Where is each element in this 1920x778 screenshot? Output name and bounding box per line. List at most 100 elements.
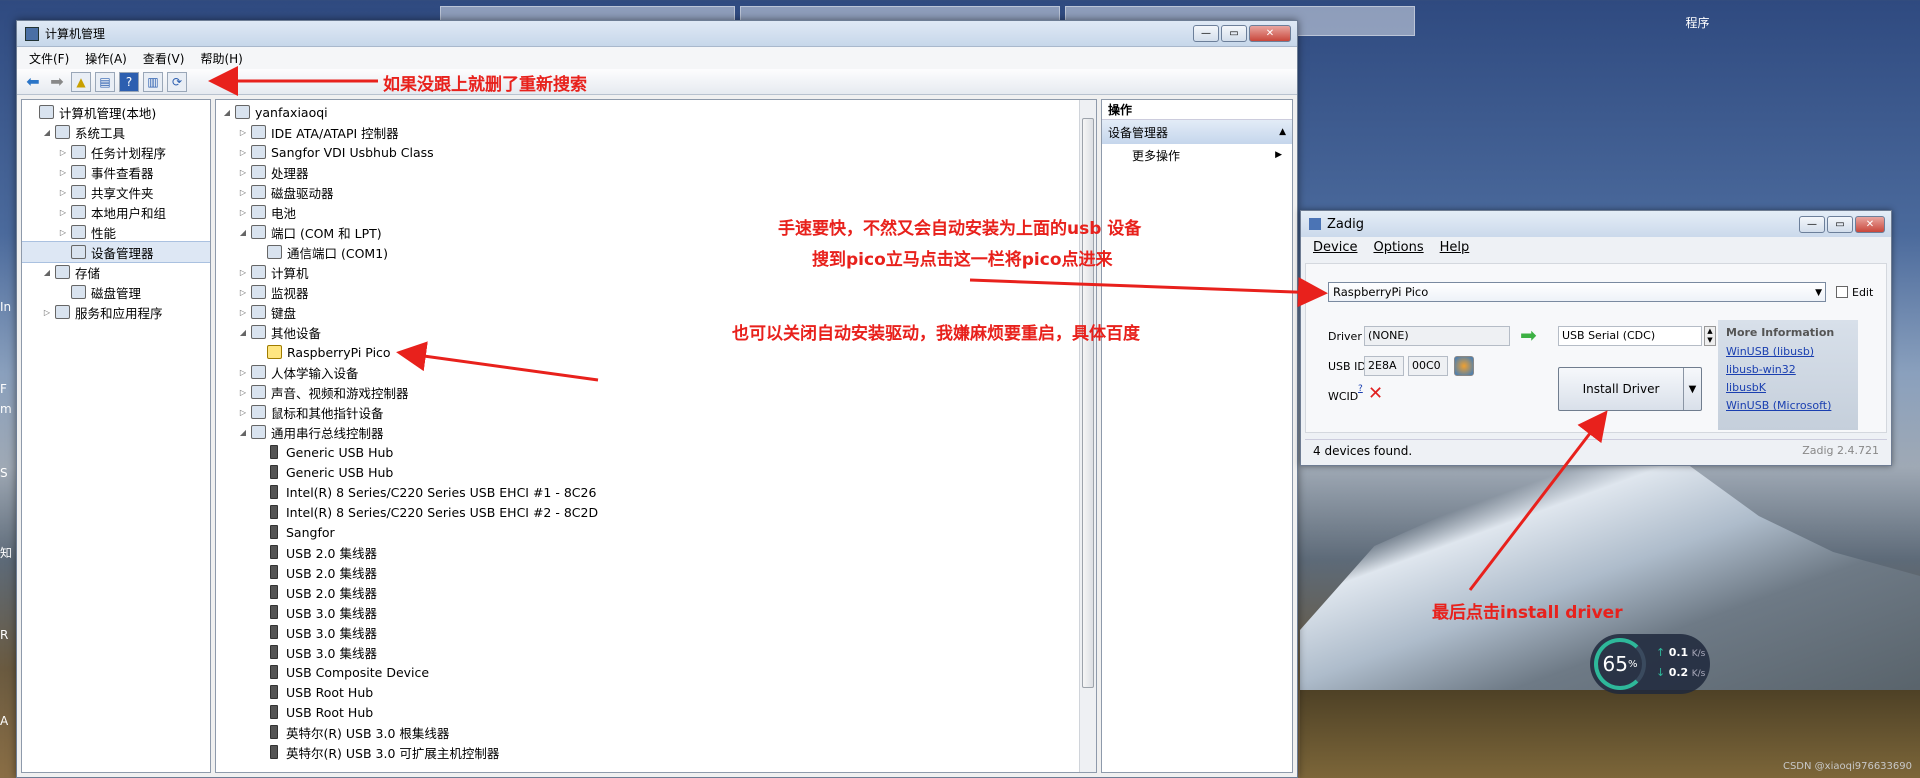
- tree-expander-icon[interactable]: ▷: [238, 208, 248, 217]
- device-tree-item[interactable]: 英特尔(R) USB 3.0 根集线器: [216, 722, 1096, 742]
- device-tree-item[interactable]: RaspberryPi Pico: [216, 342, 1096, 362]
- forward-arrow-icon[interactable]: ➡: [47, 72, 67, 92]
- tree-expander-icon[interactable]: ▷: [238, 268, 248, 277]
- console-tree-item[interactable]: ▷ 任务计划程序: [22, 142, 210, 162]
- wcid-help-link[interactable]: ?: [1358, 384, 1363, 394]
- driver-spinner[interactable]: ▲ ▼: [1704, 326, 1716, 346]
- tree-expander-icon[interactable]: ▷: [238, 368, 248, 377]
- device-tree-item[interactable]: Sangfor: [216, 522, 1096, 542]
- close-button[interactable]: ✕: [1249, 25, 1291, 42]
- device-tree-item[interactable]: USB Root Hub: [216, 702, 1096, 722]
- device-tree-item[interactable]: ▷ 磁盘驱动器: [216, 182, 1096, 202]
- tree-expander-icon[interactable]: ▷: [42, 308, 52, 317]
- more-info-link[interactable]: libusb-win32: [1726, 361, 1850, 379]
- device-tree-item[interactable]: ▷ 人体学输入设备: [216, 362, 1096, 382]
- tree-expander-icon[interactable]: ▷: [238, 168, 248, 177]
- device-tree-item[interactable]: USB 3.0 集线器: [216, 622, 1096, 642]
- console-tree-item[interactable]: 磁盘管理: [22, 282, 210, 302]
- device-tree-item[interactable]: USB 2.0 集线器: [216, 542, 1096, 562]
- device-tree-item[interactable]: ▷ IDE ATA/ATAPI 控制器: [216, 122, 1096, 142]
- device-tree-item[interactable]: ▷ 监视器: [216, 282, 1096, 302]
- tree-expander-icon[interactable]: ◢: [42, 268, 52, 277]
- menu-item[interactable]: 查看(V): [143, 50, 185, 67]
- zadig-minimize-button[interactable]: —: [1799, 216, 1825, 233]
- tree-expander-icon[interactable]: ◢: [238, 428, 248, 437]
- more-info-link[interactable]: libusbK: [1726, 379, 1850, 397]
- more-info-link[interactable]: WinUSB (Microsoft): [1726, 397, 1850, 415]
- menu-item[interactable]: 操作(A): [85, 50, 127, 67]
- tree-expander-icon[interactable]: ▷: [58, 228, 68, 237]
- device-tree-item[interactable]: Intel(R) 8 Series/C220 Series USB EHCI #…: [216, 502, 1096, 522]
- globe-icon[interactable]: [1454, 356, 1474, 376]
- zadig-maximize-button[interactable]: ▭: [1827, 216, 1853, 233]
- console-tree-item[interactable]: ◢ 系统工具: [22, 122, 210, 142]
- tree-expander-icon[interactable]: ▷: [238, 188, 248, 197]
- tree-expander-icon[interactable]: ▷: [58, 188, 68, 197]
- edit-checkbox[interactable]: [1836, 286, 1848, 298]
- device-tree-item[interactable]: USB 3.0 集线器: [216, 602, 1096, 622]
- help-icon[interactable]: ?: [119, 71, 139, 92]
- install-options-dropdown-icon[interactable]: ▼: [1683, 368, 1701, 410]
- console-tree-item[interactable]: 计算机管理(本地): [22, 102, 210, 122]
- device-tree-item[interactable]: ▷ 鼠标和其他指针设备: [216, 402, 1096, 422]
- target-driver-field[interactable]: USB Serial (CDC): [1558, 326, 1702, 346]
- window-title-bar[interactable]: 计算机管理: [17, 21, 1297, 47]
- zadig-menu-item[interactable]: Help: [1440, 240, 1470, 255]
- tree-expander-icon[interactable]: ▷: [58, 168, 68, 177]
- tree-expander-icon[interactable]: ▷: [238, 288, 248, 297]
- device-tree-item[interactable]: Generic USB Hub: [216, 462, 1096, 482]
- up-folder-icon[interactable]: ▲: [71, 71, 91, 92]
- device-tree-item[interactable]: USB Root Hub: [216, 682, 1096, 702]
- more-info-link[interactable]: WinUSB (libusb): [1726, 343, 1850, 361]
- menu-item[interactable]: 文件(F): [29, 50, 69, 67]
- tree-expander-icon[interactable]: ◢: [222, 108, 232, 117]
- tree-expander-icon[interactable]: ▷: [238, 408, 248, 417]
- tree-expander-icon[interactable]: ▷: [58, 148, 68, 157]
- device-tree-item[interactable]: ▷ 声音、视频和游戏控制器: [216, 382, 1096, 402]
- zadig-menu-item[interactable]: Options: [1373, 240, 1423, 255]
- more-actions-item[interactable]: 更多操作 ▶: [1102, 144, 1292, 166]
- device-tree-item[interactable]: 英特尔(R) USB 3.0 可扩展主机控制器: [216, 742, 1096, 762]
- tree-expander-icon[interactable]: ▷: [238, 388, 248, 397]
- minimize-button[interactable]: —: [1193, 25, 1219, 42]
- device-tree-item[interactable]: Intel(R) 8 Series/C220 Series USB EHCI #…: [216, 482, 1096, 502]
- network-speed-gauge[interactable]: 65% ↑ 0.1 K/s ↓ 0.2 K/s: [1590, 634, 1710, 694]
- device-tree-item[interactable]: USB Composite Device: [216, 662, 1096, 682]
- scan-hardware-icon[interactable]: ⟳: [167, 71, 187, 92]
- tree-expander-icon[interactable]: ◢: [238, 228, 248, 237]
- back-arrow-icon[interactable]: ⬅: [23, 72, 43, 92]
- device-tree-item[interactable]: USB 2.0 集线器: [216, 582, 1096, 602]
- zadig-menu-item[interactable]: Device: [1313, 240, 1357, 255]
- device-select-dropdown[interactable]: RaspberryPi Pico ▼: [1328, 282, 1826, 302]
- console-tree-item[interactable]: 设备管理器: [22, 241, 210, 263]
- tree-expander-icon[interactable]: ▷: [238, 308, 248, 317]
- device-tree-item[interactable]: Generic USB Hub: [216, 442, 1096, 462]
- device-tree-item[interactable]: ◢ yanfaxiaoqi: [216, 102, 1096, 122]
- console-tree-item[interactable]: ▷ 共享文件夹: [22, 182, 210, 202]
- scrollbar-thumb[interactable]: [1082, 118, 1094, 688]
- tree-expander-icon[interactable]: ◢: [238, 328, 248, 337]
- tree-expander-icon[interactable]: ◢: [42, 128, 52, 137]
- actions-section-device-manager[interactable]: 设备管理器 ▲: [1102, 120, 1292, 144]
- zadig-close-button[interactable]: ✕: [1855, 216, 1885, 233]
- menu-item[interactable]: 帮助(H): [200, 50, 242, 67]
- device-tree-item[interactable]: ▷ Sangfor VDI Usbhub Class: [216, 142, 1096, 162]
- maximize-button[interactable]: ▭: [1221, 25, 1247, 42]
- device-tree-item[interactable]: USB 3.0 集线器: [216, 642, 1096, 662]
- install-driver-button[interactable]: Install Driver ▼: [1558, 367, 1702, 411]
- tree-expander-icon[interactable]: ▷: [58, 208, 68, 217]
- console-tree-item[interactable]: ◢ 存储: [22, 262, 210, 282]
- console-tree-item[interactable]: ▷ 本地用户和组: [22, 202, 210, 222]
- action-pane-icon[interactable]: ▥: [143, 71, 163, 92]
- program-label[interactable]: 程序: [1470, 8, 1920, 36]
- console-tree-item[interactable]: ▷ 性能: [22, 222, 210, 242]
- tree-expander-icon[interactable]: ▷: [238, 128, 248, 137]
- console-tree-item[interactable]: ▷ 服务和应用程序: [22, 302, 210, 322]
- device-tree-item[interactable]: ▷ 处理器: [216, 162, 1096, 182]
- device-tree-scrollbar[interactable]: [1079, 100, 1096, 772]
- show-tree-icon[interactable]: ▤: [95, 71, 115, 92]
- device-tree-item[interactable]: USB 2.0 集线器: [216, 562, 1096, 582]
- tree-expander-icon[interactable]: ▷: [238, 148, 248, 157]
- console-tree-item[interactable]: ▷ 事件查看器: [22, 162, 210, 182]
- device-tree-item[interactable]: ◢ 通用串行总线控制器: [216, 422, 1096, 442]
